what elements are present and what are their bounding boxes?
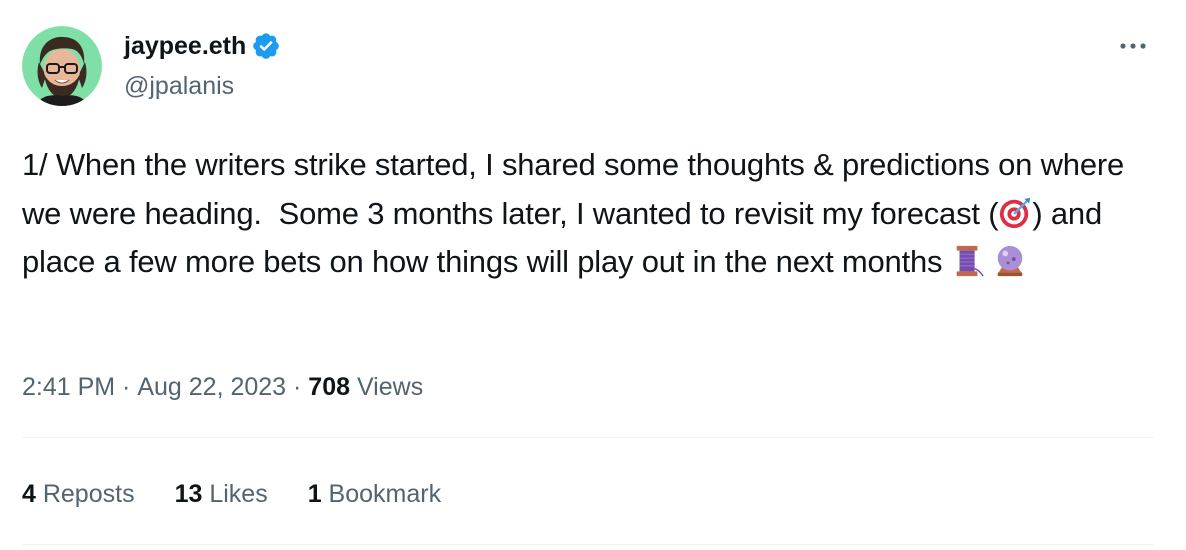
- reposts-count: 4: [22, 480, 36, 508]
- display-name[interactable]: jaypee.eth: [124, 30, 246, 62]
- tweet-text-part-1: 1/ When the writers strike started, I sh…: [22, 147, 1133, 231]
- divider: [22, 544, 1154, 545]
- emoji-space: [985, 244, 993, 279]
- bookmarks-count: 1: [307, 480, 322, 508]
- views-count: 708: [308, 373, 351, 401]
- meta-separator: ·: [286, 373, 309, 401]
- divider: [22, 437, 1154, 438]
- meta-separator: ·: [115, 373, 138, 401]
- author-handle[interactable]: @jpalanis: [124, 70, 234, 102]
- tweet-card: jaypee.eth @jpalanis 1/ When the writers…: [0, 0, 1186, 550]
- author-name-row: jaypee.eth: [124, 30, 281, 62]
- likes-stat[interactable]: 13 Likes: [175, 474, 268, 514]
- views-label: Views: [350, 373, 424, 401]
- tweet-meta: 2:41 PM · Aug 22, 2023 · 708 Views: [22, 367, 423, 407]
- reposts-label: Reposts: [35, 480, 135, 508]
- engagement-stats: 4 Reposts 13 Likes 1 Bookmark: [22, 474, 441, 514]
- reposts-stat[interactable]: 4 Reposts: [22, 474, 135, 514]
- likes-count: 13: [174, 480, 203, 508]
- spool-of-thread-icon: [951, 244, 985, 278]
- avatar[interactable]: [22, 26, 102, 106]
- tweet-date[interactable]: Aug 22, 2023: [137, 367, 286, 407]
- likes-label: Likes: [202, 480, 268, 508]
- tweet-time[interactable]: 2:41 PM: [22, 367, 115, 407]
- direct-hit-icon: [998, 196, 1032, 230]
- bookmarks-label: Bookmark: [321, 480, 442, 508]
- more-options-icon[interactable]: [1116, 34, 1150, 58]
- tweet-text: 1/ When the writers strike started, I sh…: [22, 141, 1162, 287]
- bookmarks-stat[interactable]: 1 Bookmark: [308, 474, 441, 514]
- crystal-ball-icon: [993, 244, 1027, 278]
- avatar-image: [22, 26, 102, 106]
- verified-badge-icon[interactable]: [251, 31, 281, 61]
